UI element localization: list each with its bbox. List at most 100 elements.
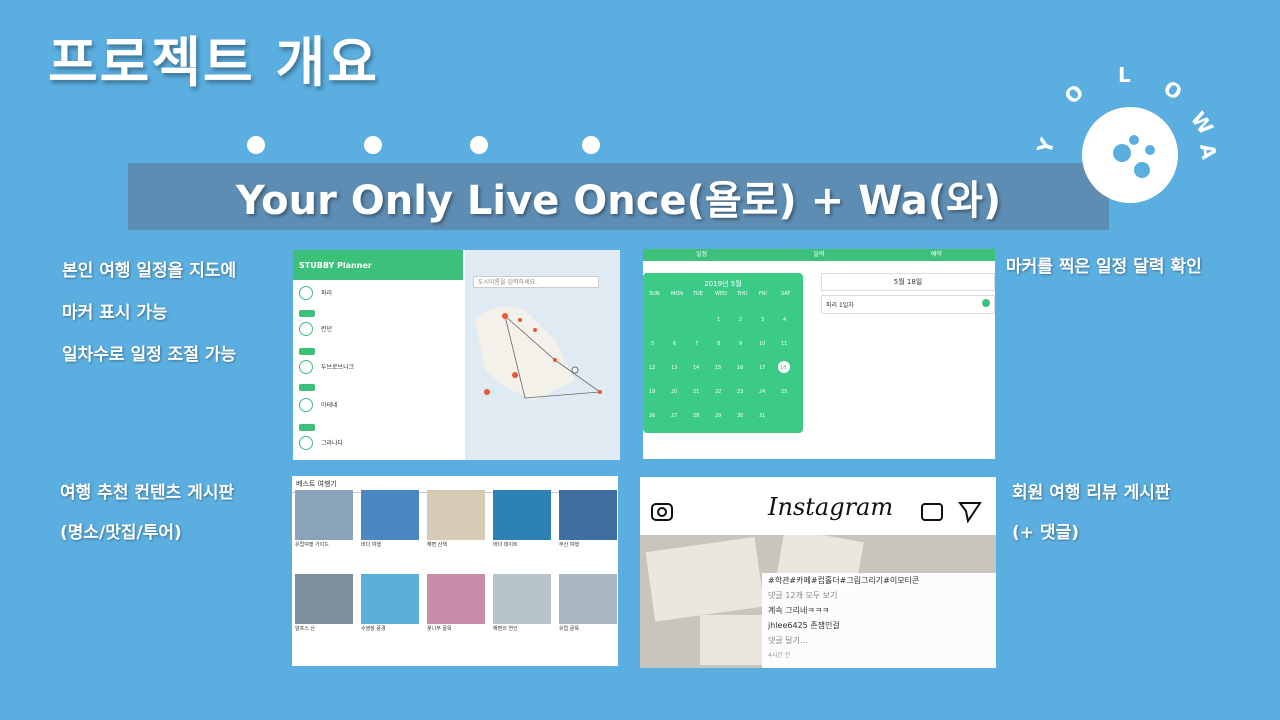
card-image [427, 574, 485, 624]
card-title: 수영장 풍경 [361, 626, 386, 632]
svg-text:8: 8 [717, 341, 720, 347]
card-image [559, 574, 617, 624]
calendar-grid: SUN MON TUE WED THU FRI SAT 1234 5 6 7 8 9 10 11 12 1… [649, 291, 791, 419]
board-card[interactable]: 바다 여행 [361, 490, 419, 549]
decor-dot [364, 136, 382, 154]
board-card[interactable]: 꽃나무 골목 [427, 574, 485, 633]
board-card[interactable]: 유럽여행 가이드 [295, 490, 353, 549]
svg-text:FRI: FRI [759, 291, 767, 297]
svg-text:1: 1 [717, 317, 720, 323]
hashtags: #학관#카페#컵홀더#그림그리기#이모티콘 [768, 576, 920, 585]
svg-text:26: 26 [649, 413, 655, 419]
svg-text:TUE: TUE [692, 291, 703, 297]
day-row: 그라나다 [299, 436, 459, 456]
card-title: 꽃나무 골목 [427, 626, 452, 632]
svg-text:30: 30 [737, 413, 743, 419]
svg-text:20: 20 [671, 389, 677, 395]
board-card[interactable]: 알프스 산 [295, 574, 353, 633]
tab-schedule[interactable]: 일정 [643, 249, 760, 261]
svg-text:2: 2 [739, 317, 742, 323]
svg-text:19: 19 [649, 389, 655, 395]
decor-dot [470, 136, 488, 154]
svg-text:5: 5 [651, 341, 654, 347]
view-all-comments[interactable]: 댓글 12개 모두 보기 [762, 588, 996, 603]
card-title: 해변의 연인 [493, 626, 518, 632]
yolowa-logo: Y O L O W A [1032, 63, 1221, 203]
banner-text: Your Only Live Once(욜로) + Wa(와) [235, 177, 1002, 224]
svg-text:THU: THU [736, 291, 748, 297]
card-image [493, 574, 551, 624]
day-detail: 5월 18일 파리 1일차 [821, 273, 995, 459]
board-card[interactable]: 해변의 연인 [493, 574, 551, 633]
svg-text:L: L [1118, 63, 1131, 87]
card-title: 부산 여행 [559, 542, 579, 548]
svg-text:WED: WED [715, 291, 727, 297]
svg-text:W: W [1186, 107, 1218, 139]
card-image [427, 490, 485, 540]
board-card[interactable]: 해변 산책 [427, 490, 485, 549]
day-tag [299, 310, 315, 317]
svg-text:25: 25 [781, 389, 787, 395]
comment-2: jhlee6425 존잼인걸 [768, 621, 840, 630]
card-image [295, 574, 353, 624]
svg-text:3: 3 [761, 317, 764, 323]
feature-label-map: 본인 여행 일정을 지도에 [62, 261, 237, 281]
svg-text:17: 17 [759, 365, 765, 371]
board-card[interactable]: 부산 여행 [559, 490, 617, 549]
card-image [295, 490, 353, 540]
map-view[interactable]: 도시이름을 입력하세요. [465, 250, 620, 460]
feature-label-marker: 마커 표시 가능 [62, 303, 168, 323]
card-title: 알프스 산 [295, 626, 315, 632]
svg-text:14: 14 [693, 365, 699, 371]
svg-text:SUN: SUN [649, 291, 660, 297]
card-title: 바다 데이트 [493, 542, 518, 548]
decor-dot [582, 136, 600, 154]
feature-label-review-sub: (+ 댓글) [1012, 523, 1079, 543]
svg-text:18: 18 [780, 365, 786, 371]
board-card[interactable]: 바다 데이트 [493, 490, 551, 549]
card-title: 유럽 골목 [559, 626, 579, 632]
day-row: 런던 [299, 322, 459, 342]
event-item[interactable]: 파리 1일차 [821, 295, 995, 314]
comment-panel: #학관#카페#컵홀더#그림그리기#이모티콘 댓글 12개 모두 보기 계속 그리… [762, 573, 996, 668]
card-title: 해변 산책 [427, 542, 447, 548]
tab-calendar[interactable]: 달력 [760, 249, 877, 261]
send-icon[interactable] [958, 499, 982, 523]
board-card[interactable]: 수영장 풍경 [361, 574, 419, 633]
board-screenshot: 베스트 여행기 유럽여행 가이드바다 여행해변 산책바다 데이트부산 여행여름 … [292, 476, 618, 666]
planner-panel: STUBBY Planner 파리 런던 두브로브니크 아테네 그라나다 [293, 250, 463, 460]
date-header: 5월 18일 [821, 273, 995, 291]
add-comment-input[interactable]: 댓글 달기... [762, 633, 996, 648]
camera-icon[interactable] [650, 499, 676, 525]
svg-text:21: 21 [693, 389, 699, 395]
feature-label-review: 회원 여행 리뷰 게시판 [1012, 483, 1171, 503]
svg-text:24: 24 [759, 389, 765, 395]
svg-text:13: 13 [671, 365, 677, 371]
svg-text:7: 7 [695, 341, 698, 347]
decor-dot [247, 136, 265, 154]
svg-text:16: 16 [737, 365, 743, 371]
card-image [559, 490, 617, 540]
svg-text:23: 23 [737, 389, 743, 395]
edit-icon[interactable] [982, 299, 990, 307]
feature-label-days: 일차수로 일정 조절 가능 [62, 345, 237, 365]
month-calendar: 2019년 5월 SUN MON TUE WED THU FRI SAT 1234 5678… [643, 273, 803, 433]
card-image [361, 574, 419, 624]
svg-text:10: 10 [759, 341, 765, 347]
svg-text:22: 22 [715, 389, 721, 395]
post-time: 4시간 전 [768, 652, 791, 659]
svg-text:O: O [1160, 76, 1187, 105]
board-card[interactable]: 유럽 골목 [559, 574, 617, 633]
day-tag [299, 424, 315, 431]
page-title: 프로젝트 개요 [48, 31, 379, 94]
svg-text:MON: MON [671, 291, 683, 297]
tab-booking[interactable]: 예약 [878, 249, 995, 261]
planner-header: STUBBY Planner [293, 250, 463, 280]
igtv-icon[interactable] [920, 499, 944, 523]
app-name: STUBBY Planner [299, 261, 372, 270]
svg-text:31: 31 [759, 413, 765, 419]
svg-text:27: 27 [671, 413, 677, 419]
svg-text:28: 28 [693, 413, 699, 419]
comment-1: 계속 그리네ㅋㅋㅋ [768, 606, 830, 615]
svg-text:29: 29 [715, 413, 721, 419]
